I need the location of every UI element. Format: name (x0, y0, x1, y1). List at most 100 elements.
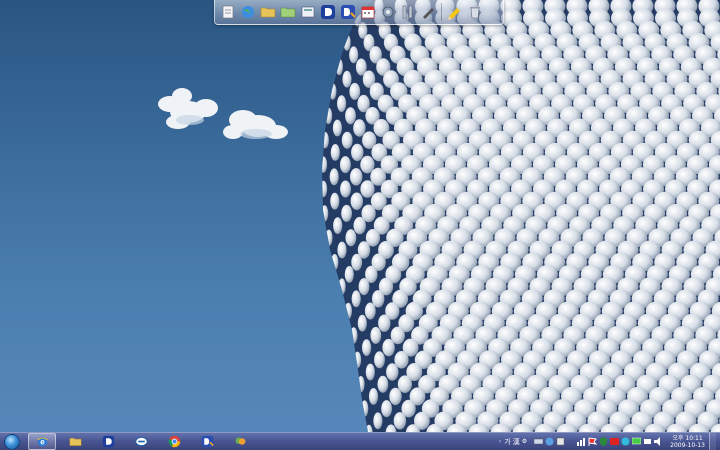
facade-disc (381, 400, 392, 418)
power-icon[interactable] (643, 437, 652, 446)
dock-item-d-app[interactable] (319, 2, 337, 22)
dock-item-globe[interactable] (239, 2, 257, 22)
facade-disc (329, 83, 337, 100)
start-button[interactable] (2, 433, 22, 450)
facade-disc (322, 205, 329, 222)
dock-item-folder-green[interactable] (279, 2, 297, 22)
dock-item-settings[interactable] (379, 2, 397, 22)
facade-disc (329, 168, 339, 186)
facade-disc (370, 326, 382, 344)
facade-disc (344, 302, 352, 320)
facade-disc (368, 388, 379, 405)
update-icon[interactable] (621, 437, 630, 446)
network-icon[interactable] (577, 437, 586, 446)
facade-disc (337, 95, 347, 112)
facade-disc (337, 241, 347, 259)
facade-disc (330, 144, 340, 161)
taskbar-button-messenger[interactable] (226, 433, 254, 450)
facade-disc (349, 46, 359, 64)
notepad-icon (222, 5, 234, 19)
facade-disc (322, 95, 324, 112)
facade-disc (325, 229, 333, 246)
dock-item-calendar[interactable] (359, 2, 377, 22)
system-clock[interactable]: 오후 10:11 2009-10-13 (670, 435, 705, 449)
show-desktop-button[interactable] (709, 433, 716, 450)
taskbar-button-d-app[interactable] (94, 433, 122, 450)
facade-disc (309, 169, 316, 185)
ime-indicator[interactable]: ◦ 가 漢 ⚙ (498, 437, 527, 447)
clock-date: 2009-10-13 (670, 441, 705, 449)
facade-disc (357, 376, 365, 393)
d-app-icon (321, 5, 335, 19)
chrome-icon (168, 435, 180, 448)
taskbar-buttons: e (28, 433, 254, 450)
dock-item-pencil[interactable] (446, 2, 464, 22)
folder-icon (260, 7, 276, 18)
action-center-flag-icon[interactable] (588, 437, 598, 446)
dock-item-d-app-edit[interactable] (339, 2, 357, 22)
facade-disc (340, 339, 349, 356)
ime-mode-icon: ◦ (498, 437, 503, 446)
help-icon[interactable] (545, 437, 554, 446)
ime-label-hanja: 漢 (512, 437, 520, 446)
taskbar-button-zoom-app[interactable] (127, 433, 155, 450)
keyboard-icon[interactable] (534, 437, 544, 446)
facade-disc (341, 131, 353, 149)
facade-disc (351, 290, 361, 308)
d-app-edit-icon (201, 435, 214, 448)
facade-disc (393, 412, 407, 430)
clock-time: 오후 10:11 (672, 434, 703, 442)
facade-disc (382, 338, 395, 357)
dock-separator (441, 3, 442, 21)
facade-disc (330, 192, 340, 210)
facade-disc (345, 107, 356, 125)
facade-disc (349, 82, 361, 100)
zoom-app-icon (134, 437, 148, 446)
dock-item-notepad[interactable] (219, 2, 237, 22)
antivirus-icon[interactable] (610, 437, 620, 446)
facade-disc (322, 241, 324, 259)
taskbar: e ◦ 가 漢 ⚙ 오후 10:11 2009-10-13 (0, 432, 720, 450)
ime-label: 가 (504, 437, 511, 446)
system-tray: ◦ 가 漢 ⚙ 오후 10:11 2009-10-13 (498, 433, 720, 450)
facade-disc (352, 412, 360, 429)
messenger-icon (235, 437, 245, 445)
folder-icon (69, 438, 81, 446)
dock-item-tools[interactable] (399, 2, 417, 22)
facade-disc (373, 412, 383, 430)
security-shield-icon[interactable] (599, 437, 608, 446)
building-facade (309, 0, 720, 432)
documents-icon (301, 6, 315, 18)
settings-icon (382, 6, 394, 18)
taskbar-button-internet-explorer[interactable]: e (28, 433, 56, 450)
facade-disc (322, 156, 328, 173)
facade-disc (364, 302, 376, 320)
facade-disc (353, 216, 366, 235)
d-app-icon (102, 435, 114, 448)
facade-disc (351, 143, 364, 162)
display-icon[interactable] (632, 437, 642, 446)
dock-item-folder[interactable] (259, 2, 277, 22)
facade-disc (374, 351, 385, 369)
taskbar-button-folder[interactable] (61, 433, 89, 450)
pen-icon (423, 8, 434, 19)
facade-disc (332, 119, 342, 137)
facade-disc (347, 388, 356, 405)
minimize-ime-icon[interactable] (556, 437, 565, 446)
volume-icon[interactable] (654, 437, 663, 446)
facade-disc (322, 180, 328, 198)
facade-disc (330, 290, 338, 307)
dock-item-pen[interactable] (419, 2, 437, 22)
facade-disc (351, 253, 363, 271)
facade-disc (365, 363, 375, 381)
facade-disc (358, 278, 370, 296)
tools-icon (402, 5, 413, 19)
facade-disc (340, 180, 351, 198)
taskbar-button-chrome[interactable] (160, 433, 188, 450)
facade-disc (342, 70, 352, 88)
facade-disc (336, 315, 344, 332)
dock-item-documents[interactable] (299, 2, 317, 22)
facade-disc (344, 363, 352, 381)
dock-item-recycle-bin[interactable] (466, 2, 484, 22)
taskbar-button-d-app-edit[interactable] (193, 433, 221, 450)
